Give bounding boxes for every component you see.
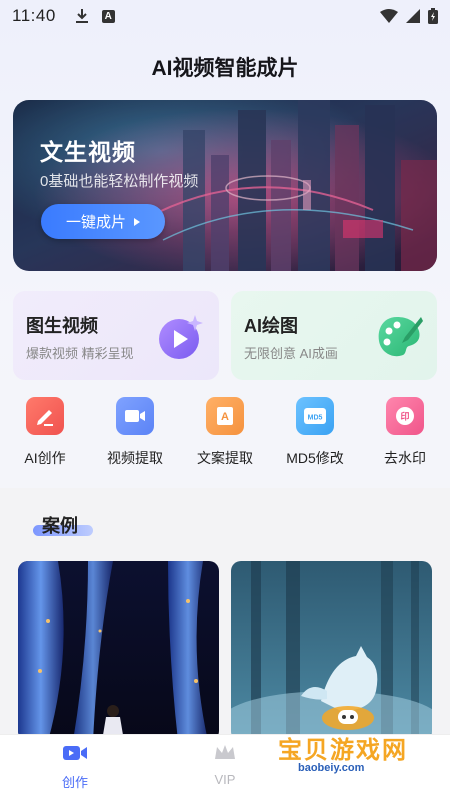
case-card[interactable]: [18, 561, 219, 741]
tool-video-extract[interactable]: 视频提取: [95, 397, 175, 468]
status-bar: 11:40 A: [0, 0, 450, 32]
svg-text:A: A: [221, 411, 229, 423]
cases-title: 案例: [42, 516, 78, 536]
tool-video-extract-label: 视频提取: [107, 450, 163, 466]
tool-copy-extract-label: 文案提取: [197, 450, 253, 466]
svg-text:印: 印: [400, 411, 409, 422]
hero-title: 文生视频: [40, 139, 136, 165]
case-image-blue-curtain: [18, 561, 219, 741]
battery-icon: [428, 8, 438, 24]
ai-drawing-card[interactable]: AI绘图 无限创意 AI成画: [231, 291, 437, 380]
tool-md5-modify[interactable]: MD5 MD5修改: [275, 397, 355, 468]
crown-icon: [215, 745, 235, 759]
one-click-generate-button[interactable]: 一键成片: [41, 204, 165, 239]
document-a-icon: A: [206, 397, 244, 435]
text-to-video-banner[interactable]: 文生视频 0基础也能轻松制作视频 一键成片: [13, 100, 437, 271]
one-click-generate-label: 一键成片: [65, 214, 126, 231]
nav-vip-label: VIP: [214, 772, 236, 787]
svg-text:MD5: MD5: [308, 415, 323, 422]
nav-create[interactable]: 创作: [35, 743, 115, 791]
nav-vip[interactable]: VIP: [185, 743, 265, 787]
download-icon: [75, 9, 88, 23]
tool-remove-watermark[interactable]: 印 去水印: [365, 397, 445, 468]
stamp-icon: 印: [386, 397, 424, 435]
hero-subtitle: 0基础也能轻松制作视频: [40, 173, 199, 190]
watermark-text: 宝贝游戏网: [278, 737, 408, 764]
image-to-video-card[interactable]: 图生视频 爆款视频 精彩呈现: [13, 291, 219, 380]
image-to-video-subtitle: 爆款视频 精彩呈现: [26, 346, 134, 361]
tool-copy-extract[interactable]: A 文案提取: [185, 397, 265, 468]
play-arrow-icon: [134, 217, 140, 226]
tool-ai-create-label: AI创作: [24, 450, 66, 466]
signal-icon: [406, 9, 420, 23]
video-camera-icon: [116, 397, 154, 435]
gamepad-logo-icon: [322, 706, 374, 730]
image-to-video-title: 图生视频: [26, 316, 98, 336]
play-bubble-icon: [159, 315, 203, 359]
tool-md5-modify-label: MD5修改: [286, 450, 344, 466]
ai-drawing-subtitle: 无限创意 AI成画: [244, 346, 338, 361]
video-camera-icon: [63, 746, 87, 760]
tool-ai-create[interactable]: AI创作: [5, 397, 85, 468]
tool-remove-watermark-label: 去水印: [384, 450, 426, 466]
page-title: AI视频智能成片: [151, 57, 299, 80]
md5-icon: MD5: [296, 397, 334, 435]
wifi-icon: [380, 9, 398, 23]
watermark-url: baobeiy.com: [298, 762, 365, 774]
pen-icon: [26, 397, 64, 435]
nav-create-label: 创作: [61, 775, 88, 790]
app-notification-icon: A: [101, 9, 115, 23]
palette-icon: [378, 317, 423, 357]
tool-row: AI创作 视频提取 A 文案提取 MD5 MD5修改 印 去水印: [0, 397, 450, 472]
status-time: 11:40: [12, 6, 56, 25]
ai-drawing-title: AI绘图: [244, 316, 298, 336]
site-watermark: 宝贝游戏网 baobeiy.com: [270, 700, 440, 790]
